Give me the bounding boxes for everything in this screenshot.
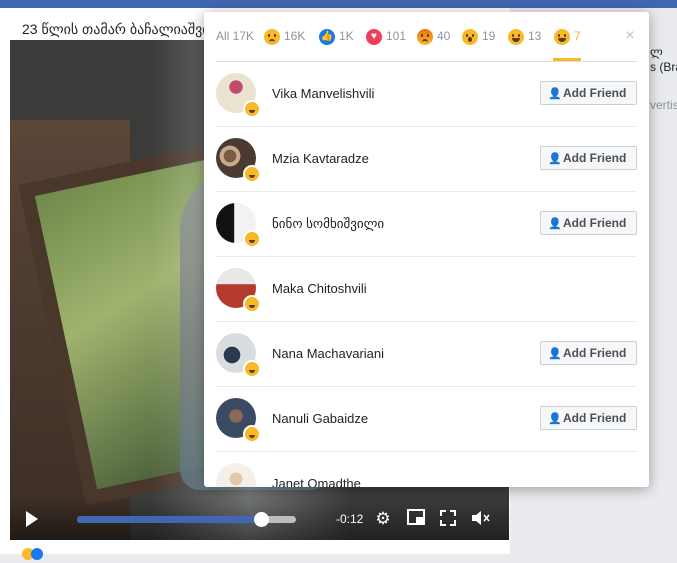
list-item: ნინო სომხიშვილი 👤Add Friend	[216, 191, 637, 257]
yay-icon	[508, 28, 524, 45]
haha-icon	[554, 28, 570, 45]
haha-icon	[243, 295, 261, 313]
list-item: Maka Chitoshvili	[216, 256, 637, 322]
haha-icon	[243, 360, 261, 378]
tab-haha[interactable]: 7	[554, 28, 581, 45]
avatar[interactable]	[216, 463, 256, 487]
person-name[interactable]: Mzia Kavtaradze	[272, 151, 369, 166]
add-friend-icon: 👤	[548, 413, 562, 425]
person-name[interactable]: Janet Omadthe	[272, 476, 361, 487]
list-item: Janet Omadthe	[216, 451, 637, 487]
list-item: Mzia Kavtaradze 👤Add Friend	[216, 126, 637, 192]
video-progress-fill	[77, 516, 261, 523]
add-friend-button[interactable]: 👤Add Friend	[540, 81, 637, 105]
top-navigation-bar	[0, 0, 677, 8]
post-title[interactable]: 23 წლის თამარ ბაჩალიაშვილ	[22, 21, 224, 38]
video-progress-bar[interactable]	[77, 512, 296, 527]
add-friend-button[interactable]: 👤Add Friend	[540, 406, 637, 430]
list-item: Nanuli Gabaidze 👤Add Friend	[216, 386, 637, 452]
video-controls: -0:12 ⚙	[10, 498, 509, 540]
tab-all[interactable]: All 17K	[216, 28, 254, 45]
sad-icon	[264, 28, 280, 45]
sidebar-snippet-line-2: s (Bra	[650, 60, 677, 74]
love-icon: ♥	[366, 28, 382, 45]
sidebar-snippet-line-3: vertis	[650, 98, 677, 112]
person-name[interactable]: Maka Chitoshvili	[272, 281, 367, 296]
person-name[interactable]: Vika Manvelishvili	[272, 86, 374, 101]
add-friend-icon: 👤	[548, 348, 562, 360]
add-friend-button[interactable]: 👤Add Friend	[540, 341, 637, 365]
list-item: Vika Manvelishvili 👤Add Friend	[216, 61, 637, 127]
play-icon[interactable]	[26, 511, 38, 527]
fullscreen-icon[interactable]	[438, 509, 458, 529]
person-name[interactable]: Nana Machavariani	[272, 346, 384, 361]
haha-icon	[243, 230, 261, 248]
post-reaction-summary[interactable]	[22, 548, 48, 560]
like-icon	[31, 548, 43, 560]
like-icon: 👍	[319, 28, 335, 45]
haha-icon	[243, 425, 261, 443]
gear-icon[interactable]: ⚙	[373, 509, 393, 529]
haha-icon	[243, 100, 261, 118]
reaction-tabs: All 17K 16K 👍 1K ♥ 101 40 19 13 7	[216, 12, 637, 62]
tab-sad[interactable]: 16K	[264, 28, 305, 45]
person-name[interactable]: ნინო სომხიშვილი	[272, 216, 384, 232]
wow-icon	[462, 28, 478, 45]
tab-like[interactable]: 👍 1K	[319, 28, 354, 45]
reactions-dialog: All 17K 16K 👍 1K ♥ 101 40 19 13 7 × Vika…	[204, 12, 649, 487]
tab-yay[interactable]: 13	[508, 28, 541, 45]
add-friend-button[interactable]: 👤Add Friend	[540, 146, 637, 170]
tab-love[interactable]: ♥ 101	[366, 28, 406, 45]
angry-icon	[417, 28, 433, 45]
add-friend-icon: 👤	[548, 153, 562, 165]
close-icon[interactable]: ×	[623, 27, 637, 45]
list-item: Nana Machavariani 👤Add Friend	[216, 321, 637, 387]
haha-icon	[243, 165, 261, 183]
tab-angry[interactable]: 40	[417, 28, 450, 45]
video-time-remaining: -0:12	[336, 512, 364, 526]
person-name[interactable]: Nanuli Gabaidze	[272, 411, 368, 426]
video-progress-handle[interactable]	[253, 512, 269, 527]
mute-icon[interactable]	[470, 509, 490, 529]
tab-wow[interactable]: 19	[462, 28, 495, 45]
picture-in-picture-icon[interactable]	[406, 509, 426, 529]
sidebar-snippet-line-1: ლ	[650, 45, 663, 59]
add-friend-icon: 👤	[548, 88, 562, 100]
add-friend-icon: 👤	[548, 218, 562, 230]
add-friend-button[interactable]: 👤Add Friend	[540, 211, 637, 235]
